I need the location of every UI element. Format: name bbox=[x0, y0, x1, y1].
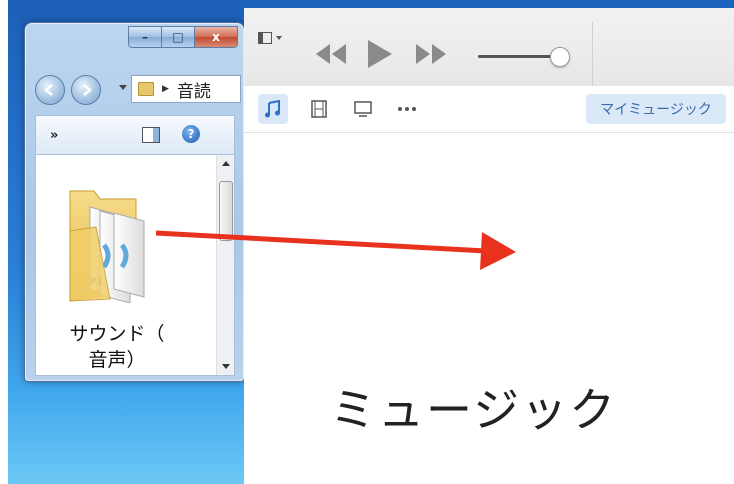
music-tab[interactable] bbox=[258, 94, 288, 124]
address-path-text[interactable]: 音読 bbox=[177, 77, 211, 102]
tv-icon bbox=[354, 101, 372, 117]
folder-name-label: サウンド（ 音声） bbox=[52, 321, 182, 373]
maximize-button[interactable]: □ bbox=[162, 27, 195, 47]
scroll-thumb[interactable] bbox=[219, 181, 233, 241]
folder-with-mp3-files-icon[interactable]: P3 bbox=[66, 185, 166, 303]
movies-tab[interactable] bbox=[304, 94, 334, 124]
itunes-window: マイミュージック ミュージック bbox=[244, 8, 734, 484]
explorer-window: – □ x ▶ 音読 » ? サウンド（ 音声） bbox=[24, 22, 245, 382]
more-dots-icon bbox=[398, 107, 416, 111]
window-controls: – □ x bbox=[128, 26, 238, 48]
back-button[interactable] bbox=[35, 75, 65, 105]
folder-small-icon bbox=[138, 82, 154, 96]
toolbar-more-button[interactable]: » bbox=[50, 128, 58, 143]
help-icon[interactable]: ? bbox=[182, 125, 200, 143]
rewind-icon[interactable] bbox=[314, 42, 348, 66]
explorer-toolbar: » ? bbox=[35, 115, 235, 155]
menu-caret-icon[interactable] bbox=[276, 36, 282, 40]
close-button[interactable]: x bbox=[195, 27, 237, 47]
tv-tab[interactable] bbox=[348, 94, 378, 124]
lcd-divider bbox=[592, 22, 593, 86]
breadcrumb-separator-icon[interactable]: ▶ bbox=[162, 84, 169, 94]
menu-icon[interactable] bbox=[258, 32, 272, 44]
scroll-down-icon[interactable] bbox=[222, 364, 230, 369]
volume-slider[interactable] bbox=[478, 55, 558, 58]
page-title: ミュージック bbox=[330, 383, 618, 437]
play-icon[interactable] bbox=[364, 38, 394, 70]
forward-button[interactable] bbox=[71, 75, 101, 105]
preview-pane-icon[interactable] bbox=[142, 127, 160, 143]
player-controls-bar bbox=[244, 8, 734, 87]
vertical-scrollbar[interactable] bbox=[216, 155, 234, 375]
history-dropdown-icon[interactable] bbox=[119, 85, 127, 90]
folder-name-line-1: サウンド（ bbox=[69, 323, 165, 345]
fast-forward-icon[interactable] bbox=[414, 42, 448, 66]
film-icon bbox=[311, 100, 327, 118]
folder-name-line-2: 音声） bbox=[88, 349, 146, 371]
more-tab[interactable] bbox=[392, 94, 422, 124]
address-bar[interactable]: ▶ 音読 bbox=[131, 75, 241, 103]
volume-knob[interactable] bbox=[550, 47, 570, 67]
file-list: P3 サウンド（ 音声） bbox=[35, 155, 235, 376]
scroll-up-icon[interactable] bbox=[222, 161, 230, 166]
my-music-button[interactable]: マイミュージック bbox=[586, 94, 726, 124]
back-arrow-icon bbox=[44, 84, 53, 96]
minimize-button[interactable]: – bbox=[129, 27, 162, 47]
navigation-bar: ▶ 音読 bbox=[35, 73, 241, 105]
forward-arrow-icon bbox=[83, 84, 92, 96]
music-note-icon bbox=[265, 100, 280, 118]
media-nav-bar: マイミュージック bbox=[244, 86, 734, 133]
